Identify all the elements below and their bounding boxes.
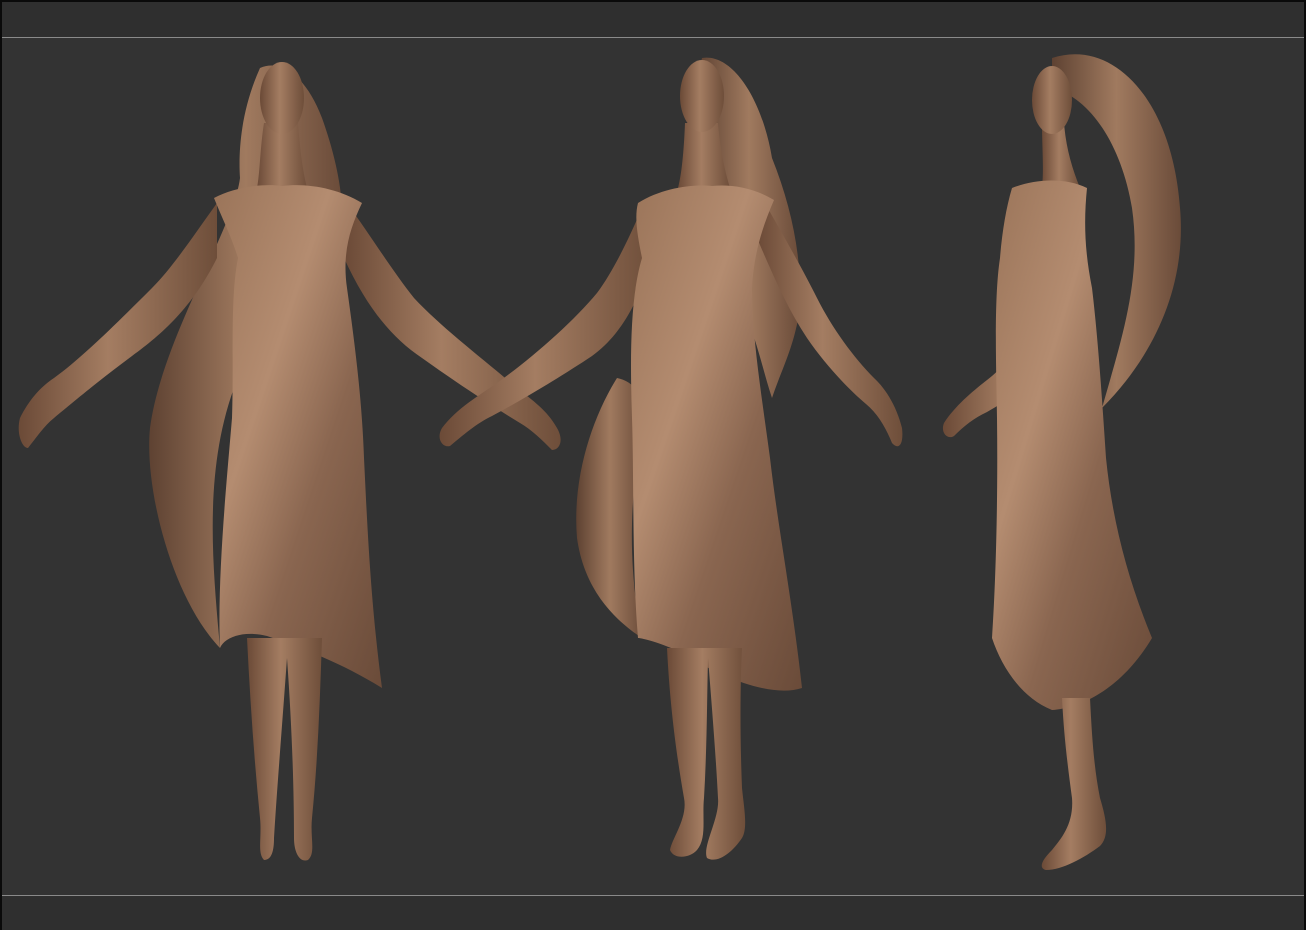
front-right-arm [344, 203, 561, 450]
front-head [260, 62, 304, 134]
side-head [1032, 66, 1072, 134]
three-quarter-head [680, 60, 724, 132]
top-bar [2, 2, 1304, 37]
side-dress [992, 180, 1152, 710]
front-legs [247, 638, 322, 861]
side-legs [1041, 698, 1107, 870]
side-view-figure [942, 54, 1181, 870]
three-quarter-view-figure [439, 57, 903, 860]
bottom-bar [2, 896, 1304, 930]
viewport-canvas[interactable] [2, 38, 1304, 895]
front-view-figure [18, 62, 561, 861]
three-quarter-legs [667, 648, 746, 860]
model-render [18, 54, 1181, 870]
sculpt-window [0, 0, 1306, 930]
